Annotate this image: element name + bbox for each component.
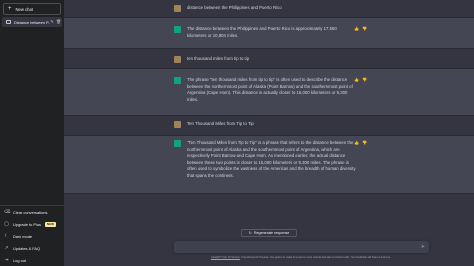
user-avatar [174,121,181,128]
menu-label: Clear conversations [13,209,48,215]
feedback-buttons: 👍 👎 [354,26,367,31]
new-chat-button[interactable]: + New chat [3,3,61,15]
thumbs-down-icon[interactable]: 👎 [362,140,367,145]
new-badge: NEW [44,221,56,227]
user-avatar [174,56,181,63]
clear-conversations-button[interactable]: ⌫ Clear conversations [0,206,64,218]
message-text: The phrase "ten thousand miles from tip … [187,77,353,102]
edit-icon[interactable]: ✎ [50,20,54,24]
sidebar-bottom-menu: ⌫ Clear conversations ◯ Upgrade to Plus … [0,205,64,266]
user-icon: ◯ [4,221,10,226]
assistant-message: The phrase "ten thousand miles from tip … [64,69,474,116]
regenerate-response-button[interactable]: ↻ Regenerate response [241,229,297,237]
plus-icon: + [8,6,12,12]
menu-label: Updates & FAQ [13,245,41,251]
user-message: ten thousand miles from tip to tip [64,49,474,69]
logout-icon: ⇥ [4,257,9,262]
chat-thread: distance between the Philippines and Pue… [64,0,474,266]
regenerate-label: Regenerate response [253,231,290,235]
menu-label: Upgrade to Plus [13,221,41,227]
footer-disclaimer: ChatGPT Feb 13 Version. Free Research Pr… [146,256,456,259]
conversation-title: Distance between P... [14,19,50,25]
user-message: Ten Thousand Miles from Tip to Tip [64,116,474,136]
assistant-message: "Ten Thousand Miles from Tip to Tip" is … [64,136,474,194]
new-chat-label: New chat [15,6,33,12]
user-avatar [174,5,181,12]
message-text: "Ten Thousand Miles from Tip to Tip" is … [187,140,356,178]
trash-icon[interactable]: 🗑 [56,20,61,24]
user-message: distance between the Philippines and Pue… [64,0,474,18]
message-text: distance between the Philippines and Pue… [187,5,282,10]
message-text: The distance between the Philippines and… [187,26,337,38]
moon-icon: ☾ [4,233,9,238]
thumbs-up-icon[interactable]: 👍 [354,77,359,82]
chat-bubble-icon [6,20,11,24]
upgrade-to-plus-button[interactable]: ◯ Upgrade to Plus NEW [0,218,64,230]
feedback-buttons: 👍 👎 [354,140,367,145]
message-text: ten thousand miles from tip to tip [187,56,250,61]
log-out-button[interactable]: ⇥ Log out [0,254,64,266]
external-link-icon: ↗ [4,245,9,250]
footer-text: . Free Research Preview. Our goal is to … [239,256,391,259]
updates-faq-link[interactable]: ↗ Updates & FAQ [0,242,64,254]
thumbs-down-icon[interactable]: 👎 [362,77,367,82]
openai-logo-icon [174,77,181,84]
thumbs-down-icon[interactable]: 👎 [362,26,367,31]
assistant-message: The distance between the Philippines and… [64,18,474,49]
send-icon[interactable]: ➤ [421,244,425,250]
trash-icon: ⌫ [4,209,11,214]
menu-label: Dark mode [13,233,33,239]
refresh-icon: ↻ [248,231,252,235]
message-text: Ten Thousand Miles from Tip to Tip [187,121,254,126]
thumbs-up-icon[interactable]: 👍 [354,140,359,145]
sidebar: + New chat Distance between P... ✎ 🗑 ⌫ C… [0,0,64,266]
feedback-buttons: 👍 👎 [354,77,367,82]
message-input[interactable]: ➤ [174,241,429,253]
openai-logo-icon [174,140,181,147]
dark-mode-button[interactable]: ☾ Dark mode [0,230,64,242]
sidebar-conversation-item[interactable]: Distance between P... ✎ 🗑 [2,17,62,27]
menu-label: Log out [13,257,26,263]
version-link[interactable]: ChatGPT Feb 13 Version [211,256,240,259]
thumbs-up-icon[interactable]: 👍 [354,26,359,31]
openai-logo-icon [174,26,181,33]
